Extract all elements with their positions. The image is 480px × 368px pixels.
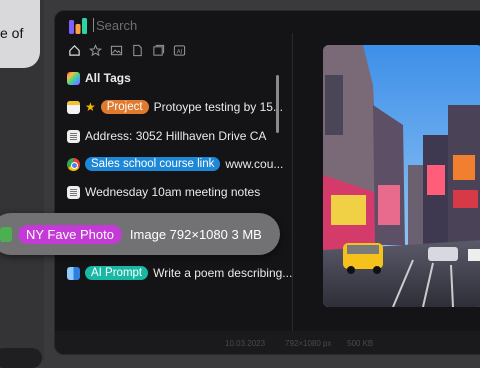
text-doc-icon [67, 185, 80, 199]
star-icon[interactable] [88, 43, 102, 57]
rainbow-tag-icon [67, 71, 80, 85]
app-logo-icon [69, 18, 87, 34]
home-icon[interactable] [67, 43, 81, 57]
list-item-text: Write a poem describing... [153, 266, 293, 280]
search-placeholder: Search [96, 18, 138, 33]
dragged-item-text: Image 792×1080 3 MB [129, 226, 262, 242]
list-item[interactable]: Sales school course link www.cou... [67, 153, 283, 175]
image-icon[interactable] [109, 43, 123, 57]
clipboard-app-window: Search AI All Tags ★ Project Protoype te… [54, 10, 480, 355]
search-input[interactable]: Search [93, 18, 137, 33]
finder-icon [67, 266, 80, 280]
list-item[interactable]: Address: 3052 Hillhaven Drive CA [67, 125, 266, 147]
list-item-text: www.cou... [225, 157, 284, 171]
list-item-text: Protoype testing by 15... [153, 100, 283, 114]
all-tags-label: All Tags [85, 71, 131, 85]
preview-photo [323, 45, 480, 307]
document-icon[interactable] [130, 43, 144, 57]
list-scrollbar[interactable] [276, 75, 279, 133]
text-doc-icon [67, 129, 80, 143]
side-bubble-text: e of [0, 25, 24, 41]
note-icon [67, 100, 80, 114]
footer-size: 500 KB [347, 339, 374, 348]
ny-photo-tag: NY Fave Photo [18, 224, 122, 244]
side-message-bubble: e of [0, 0, 40, 68]
side-card [0, 348, 42, 368]
pane-divider [292, 33, 293, 351]
ai-icon-label: AI [176, 49, 182, 55]
list-item[interactable]: ★ Project Protoype testing by 15... [67, 96, 283, 118]
list-item-text: Address: 3052 Hillhaven Drive CA [85, 129, 267, 143]
chrome-icon [67, 157, 80, 171]
sales-link-tag: Sales school course link [85, 157, 221, 171]
footer-dimensions: 792×1080 px [285, 339, 332, 348]
list-item[interactable]: AI Prompt Write a poem describing... [67, 262, 292, 284]
list-item[interactable]: Wednesday 10am meeting notes [67, 181, 260, 203]
ai-icon[interactable]: AI [172, 43, 186, 57]
list-item-text: Wednesday 10am meeting notes [85, 185, 261, 199]
footer-date: 10.03.2023 [225, 339, 266, 348]
stack-icon[interactable] [151, 43, 165, 57]
info-footer: 10.03.2023 792×1080 px 500 KB [55, 331, 480, 354]
dragged-clip-item[interactable]: NY Fave Photo Image 792×1080 3 MB [0, 213, 280, 255]
project-tag: Project [100, 100, 149, 114]
text-caret [93, 18, 94, 32]
ai-prompt-tag: AI Prompt [85, 266, 149, 280]
photo-file-icon [0, 226, 12, 242]
star-favorite-icon: ★ [85, 100, 96, 114]
filter-toolbar: AI [67, 43, 186, 57]
all-tags-header[interactable]: All Tags [67, 67, 131, 89]
